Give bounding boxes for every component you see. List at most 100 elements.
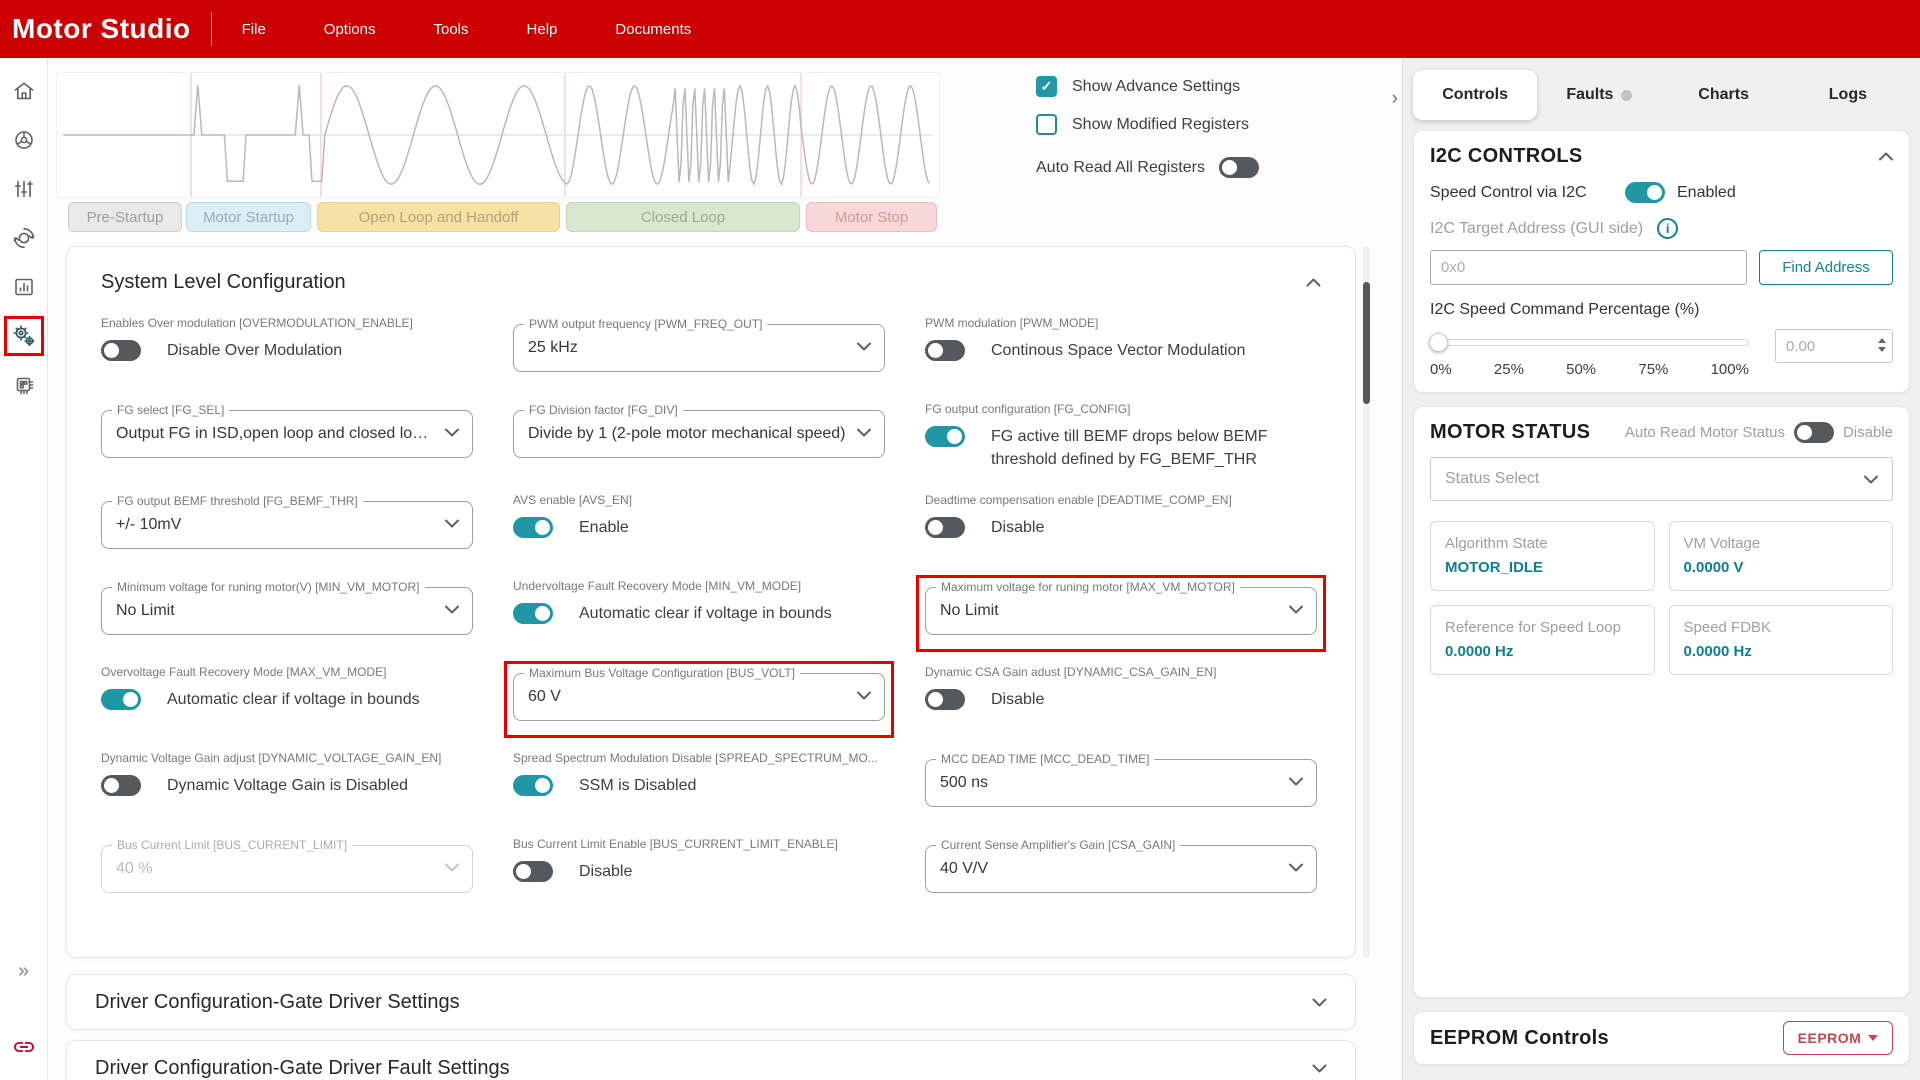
- status-tile: VM Voltage 0.0000 V: [1669, 521, 1894, 591]
- config-toggle[interactable]: [513, 603, 553, 624]
- tab-controls[interactable]: Controls: [1413, 70, 1537, 120]
- config-toggle[interactable]: [925, 689, 965, 710]
- show-advance-settings-checkbox[interactable]: [1036, 76, 1057, 97]
- config-field-toggle: FG output configuration [FG_CONFIG] FG a…: [925, 402, 1317, 471]
- config-toggle[interactable]: [925, 426, 965, 447]
- stage-closed-loop[interactable]: Closed Loop: [566, 202, 800, 232]
- register-gears-icon[interactable]: [7, 319, 41, 353]
- config-select-value: Divide by 1 (2-pole motor mechanical spe…: [528, 425, 845, 443]
- auto-read-motor-toggle[interactable]: [1794, 422, 1834, 443]
- i2c-address-input[interactable]: [1430, 250, 1747, 285]
- status-select-dropdown[interactable]: Status Select: [1430, 457, 1893, 501]
- config-field-select: Maximum Bus Voltage Configuration [BUS_V…: [513, 665, 885, 729]
- config-toggle[interactable]: [101, 689, 141, 710]
- find-address-button[interactable]: Find Address: [1759, 250, 1893, 285]
- config-toggle[interactable]: [513, 775, 553, 796]
- config-select[interactable]: PWM output frequency [PWM_FREQ_OUT] 25 k…: [513, 324, 885, 372]
- config-select[interactable]: MCC DEAD TIME [MCC_DEAD_TIME] 500 ns: [925, 759, 1317, 807]
- menu-item-documents[interactable]: Documents: [615, 21, 691, 38]
- menu-item-help[interactable]: Help: [527, 21, 558, 38]
- stage-motor-stop[interactable]: Motor Stop: [806, 202, 937, 232]
- slider-ticks: 0%25%50%75%100%: [1430, 361, 1749, 378]
- config-toggle-state: Automatic clear if voltage in bounds: [579, 602, 832, 625]
- config-grid: Enables Over modulation [OVERMODULATION_…: [101, 316, 1321, 901]
- config-select[interactable]: FG Division factor [FG_DIV] Divide by 1 …: [513, 410, 885, 458]
- config-field-label: FG select [FG_SEL]: [112, 403, 229, 417]
- auto-read-all-toggle[interactable]: [1219, 157, 1259, 178]
- eeprom-controls-bar: EEPROM Controls EEPROM: [1413, 1011, 1910, 1065]
- sidebar-expand-icon[interactable]: »: [18, 960, 29, 983]
- speed-control-toggle[interactable]: [1625, 182, 1665, 203]
- tab-faults[interactable]: Faults: [1537, 70, 1661, 120]
- accordion-gate-driver-fault-settings[interactable]: Driver Configuration-Gate Driver Fault S…: [66, 1040, 1356, 1080]
- config-select[interactable]: Maximum voltage for runing motor [MAX_VM…: [925, 587, 1317, 635]
- status-tile: Reference for Speed Loop 0.0000 Hz: [1430, 605, 1655, 675]
- config-toggle[interactable]: [513, 517, 553, 538]
- panel-collapse-chevron-icon[interactable]: ›: [1392, 88, 1398, 110]
- config-field-label: MCC DEAD TIME [MCC_DEAD_TIME]: [936, 752, 1154, 766]
- scrollbar-thumb[interactable]: [1363, 282, 1370, 404]
- chip-icon[interactable]: [7, 368, 41, 402]
- motor-wheel-icon[interactable]: [7, 123, 41, 157]
- config-select-value: +/- 10mV: [116, 516, 181, 534]
- config-toggle-state: FG active till BEMF drops below BEMF thr…: [991, 425, 1291, 471]
- config-select[interactable]: Bus Current Limit [BUS_CURRENT_LIMIT] 40…: [101, 845, 473, 893]
- tab-charts[interactable]: Charts: [1662, 70, 1786, 120]
- config-field-label: Bus Current Limit Enable [BUS_CURRENT_LI…: [513, 837, 885, 851]
- menu-item-file[interactable]: File: [242, 21, 266, 38]
- chevron-down-icon: [1289, 863, 1303, 872]
- app-header: Motor Studio File Options Tools Help Documen…: [0, 0, 1920, 58]
- show-modified-registers-checkbox[interactable]: [1036, 114, 1057, 135]
- chevron-down-icon: [1312, 998, 1327, 1007]
- stepper-arrows[interactable]: [1878, 338, 1886, 352]
- config-toggle-state: SSM is Disabled: [579, 774, 696, 797]
- config-select[interactable]: Current Sense Amplifier's Gain [CSA_GAIN…: [925, 845, 1317, 893]
- accordion-gate-driver-settings[interactable]: Driver Configuration-Gate Driver Setting…: [66, 974, 1356, 1030]
- slider-knob[interactable]: [1429, 333, 1448, 352]
- tab-logs[interactable]: Logs: [1786, 70, 1910, 120]
- config-toggle[interactable]: [101, 775, 141, 796]
- config-field-label: Deadtime compensation enable [DEADTIME_C…: [925, 493, 1317, 507]
- config-select[interactable]: FG select [FG_SEL] Output FG in ISD,open…: [101, 410, 473, 458]
- menu-item-options[interactable]: Options: [324, 21, 376, 38]
- chevron-up-icon[interactable]: [1306, 278, 1321, 287]
- rotation-icon[interactable]: [7, 221, 41, 255]
- config-field-label: Maximum Bus Voltage Configuration [BUS_V…: [524, 666, 800, 680]
- speed-slider[interactable]: [1430, 339, 1749, 346]
- section-title: System Level Configuration: [101, 271, 346, 294]
- tune-sliders-icon[interactable]: [7, 172, 41, 206]
- config-toggle[interactable]: [925, 517, 965, 538]
- config-field-toggle: Undervoltage Fault Recovery Mode [MIN_VM…: [513, 579, 885, 643]
- app-title: Motor Studio: [0, 13, 211, 45]
- eeprom-button[interactable]: EEPROM: [1783, 1021, 1893, 1055]
- stage-open-loop-and-handoff[interactable]: Open Loop and Handoff: [317, 202, 560, 232]
- speed-value-input[interactable]: [1775, 329, 1893, 363]
- stage-row: Pre-StartupMotor StartupOpen Loop and Ha…: [56, 202, 940, 232]
- config-select[interactable]: FG output BEMF threshold [FG_BEMF_THR] +…: [101, 501, 473, 549]
- status-tile-value: 0.0000 Hz: [1684, 643, 1879, 660]
- menu-item-tools[interactable]: Tools: [434, 21, 469, 38]
- config-select[interactable]: Minimum voltage for runing motor(V) [MIN…: [101, 587, 473, 635]
- header-menu: File Options Tools Help Documents: [230, 21, 692, 38]
- config-toggle[interactable]: [101, 340, 141, 361]
- scrollbar-track[interactable]: [1363, 246, 1370, 958]
- link-icon[interactable]: [12, 1035, 36, 1064]
- stage-motor-startup[interactable]: Motor Startup: [186, 202, 311, 232]
- show-advance-settings-label: Show Advance Settings: [1072, 78, 1240, 96]
- chevron-up-icon[interactable]: [1879, 152, 1893, 161]
- config-toggle[interactable]: [925, 340, 965, 361]
- config-select[interactable]: Maximum Bus Voltage Configuration [BUS_V…: [513, 673, 885, 721]
- info-icon[interactable]: i: [1657, 218, 1678, 239]
- home-icon[interactable]: [7, 74, 41, 108]
- chevron-down-icon: [857, 691, 871, 700]
- step-down-icon[interactable]: [1878, 347, 1886, 352]
- stage-pre-startup[interactable]: Pre-Startup: [68, 202, 182, 232]
- step-up-icon[interactable]: [1878, 338, 1886, 343]
- status-tile-label: Algorithm State: [1445, 535, 1640, 552]
- accordion-title: Driver Configuration-Gate Driver Fault S…: [95, 1057, 510, 1080]
- config-toggle[interactable]: [513, 861, 553, 882]
- waveform-plot: [56, 72, 940, 198]
- main-content: Pre-StartupMotor StartupOpen Loop and Ha…: [48, 58, 1402, 1080]
- config-toggle-state: Automatic clear if voltage in bounds: [167, 688, 420, 711]
- monitor-chart-icon[interactable]: [7, 270, 41, 304]
